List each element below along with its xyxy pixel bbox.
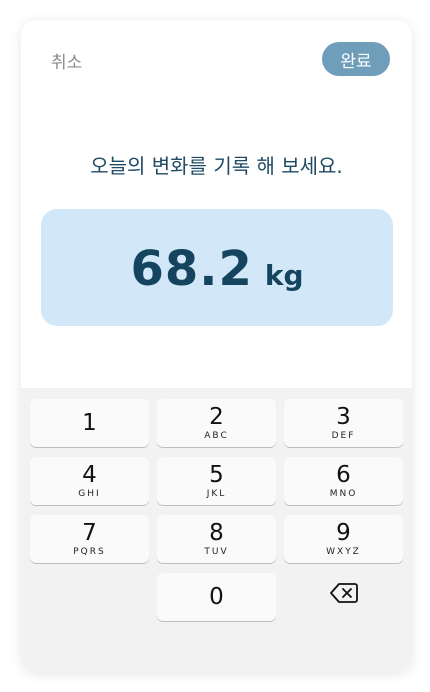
key-letters: GHI	[78, 489, 101, 499]
key-digit: 0	[209, 584, 224, 610]
key-letters: MNO	[329, 489, 358, 499]
key-0[interactable]: 0	[157, 573, 276, 621]
prompt-text: 오늘의 변화를 기록 해 보세요.	[90, 154, 343, 178]
key-9[interactable]: 9 WXYZ	[284, 515, 403, 563]
key-digit: 2	[209, 404, 224, 430]
key-digit: 7	[82, 520, 97, 546]
key-digit: 9	[336, 520, 351, 546]
key-4[interactable]: 4 GHI	[30, 457, 149, 505]
key-letters: DEF	[331, 431, 356, 441]
weight-display: 68.2 kg	[41, 209, 393, 326]
weight-value: 68.2	[130, 241, 253, 297]
cancel-button[interactable]: 취소	[51, 48, 82, 73]
key-digit: 8	[209, 520, 224, 546]
key-digit: 4	[82, 462, 97, 488]
key-digit: 3	[336, 404, 351, 430]
key-2[interactable]: 2 ABC	[157, 399, 276, 447]
key-1[interactable]: 1	[30, 399, 149, 447]
done-button[interactable]: 완료	[322, 42, 390, 76]
key-letters: TUV	[204, 547, 229, 557]
key-digit: 5	[209, 462, 224, 488]
key-letters: PQRS	[73, 547, 106, 557]
numeric-keypad: 1 2 ABC 3 DEF 4 GHI 5 JKL 6 MNO 7 PQRS 8…	[21, 388, 412, 672]
weight-entry-sheet: 취소 완료 오늘의 변화를 기록 해 보세요. 68.2 kg 1 2 ABC …	[21, 20, 412, 672]
key-digit: 1	[82, 410, 97, 436]
key-8[interactable]: 8 TUV	[157, 515, 276, 563]
backspace-button[interactable]	[284, 573, 403, 617]
key-3[interactable]: 3 DEF	[284, 399, 403, 447]
key-digit: 6	[336, 462, 351, 488]
backspace-icon	[329, 582, 358, 608]
key-5[interactable]: 5 JKL	[157, 457, 276, 505]
key-letters: JKL	[206, 489, 227, 499]
key-6[interactable]: 6 MNO	[284, 457, 403, 505]
weight-unit: kg	[264, 259, 304, 292]
key-letters: ABC	[204, 431, 229, 441]
key-7[interactable]: 7 PQRS	[30, 515, 149, 563]
key-letters: WXYZ	[326, 547, 361, 557]
